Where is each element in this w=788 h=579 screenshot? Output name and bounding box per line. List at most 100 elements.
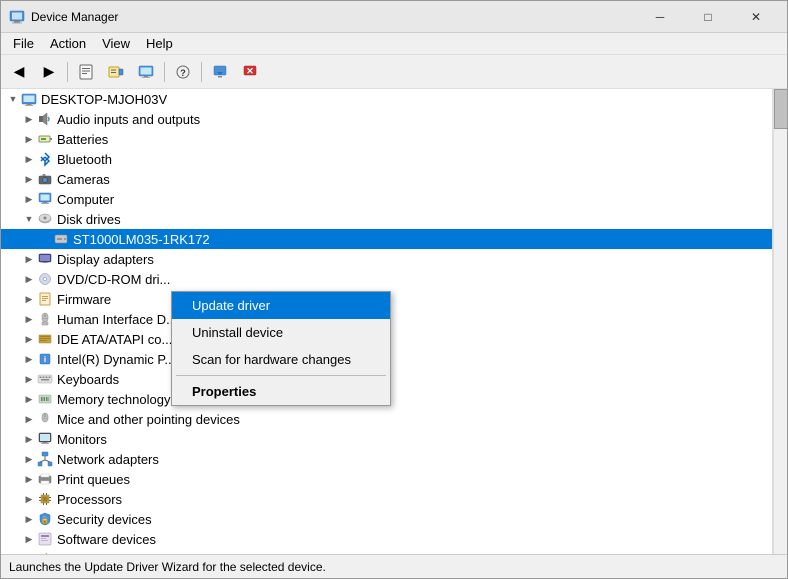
ctx-update-driver[interactable]: Update driver	[172, 292, 390, 319]
tree-item-processors[interactable]: ▶ Processors	[1, 489, 772, 509]
tree-item-sound[interactable]: ▶ Sound, video and game controllers	[1, 549, 772, 554]
cameras-expand-icon: ▶	[21, 171, 37, 187]
audio-expand-icon: ▶	[21, 111, 37, 127]
dvd-expand-icon: ▶	[21, 271, 37, 287]
bluetooth-expand-icon: ▶	[21, 151, 37, 167]
dvd-icon	[37, 271, 53, 287]
tree-item-dvd[interactable]: ▶ DVD/CD-ROM dri...	[1, 269, 772, 289]
main-content: ▼ DESKTOP-MJOH03V ▶	[1, 89, 787, 554]
batteries-label: Batteries	[57, 132, 108, 147]
ctx-scan[interactable]: Scan for hardware changes	[172, 346, 390, 373]
firmware-expand-icon: ▶	[21, 291, 37, 307]
cameras-icon	[37, 171, 53, 187]
processors-expand-icon: ▶	[21, 491, 37, 507]
title-bar: Device Manager ─ □ ✕	[1, 1, 787, 33]
firmware-label: Firmware	[57, 292, 111, 307]
window-controls: ─ □ ✕	[637, 1, 779, 33]
tree-item-software[interactable]: ▶ Software devices	[1, 529, 772, 549]
monitors-label: Monitors	[57, 432, 107, 447]
scan-button[interactable]	[102, 59, 130, 85]
menu-bar: File Action View Help	[1, 33, 787, 55]
security-icon: 🔒	[37, 511, 53, 527]
status-text: Launches the Update Driver Wizard for th…	[9, 560, 326, 574]
tree-root[interactable]: ▼ DESKTOP-MJOH03V	[1, 89, 772, 109]
ctx-properties[interactable]: Properties	[172, 378, 390, 405]
menu-view[interactable]: View	[94, 34, 138, 53]
security-label: Security devices	[57, 512, 152, 527]
scrollbar-thumb[interactable]	[774, 89, 787, 129]
menu-help[interactable]: Help	[138, 34, 181, 53]
cameras-label: Cameras	[57, 172, 110, 187]
ide-label: IDE ATA/ATAPI co...	[57, 332, 172, 347]
back-button[interactable]: ◀	[5, 59, 33, 85]
sound-expand-icon: ▶	[21, 551, 37, 554]
tree-item-print[interactable]: ▶ Print queues	[1, 469, 772, 489]
root-expand-icon: ▼	[5, 91, 21, 107]
processors-icon	[37, 491, 53, 507]
tree-item-batteries[interactable]: ▶ Batteries	[1, 129, 772, 149]
intel-label: Intel(R) Dynamic P...	[57, 352, 175, 367]
help-button[interactable]: ?	[169, 59, 197, 85]
svg-text:🔒: 🔒	[41, 516, 50, 524]
forward-button[interactable]: ▶	[35, 59, 63, 85]
window: Device Manager ─ □ ✕ File Action View He…	[0, 0, 788, 579]
uninstall-button[interactable]: ✕	[236, 59, 264, 85]
svg-text:i: i	[44, 355, 46, 364]
audio-icon	[37, 111, 53, 127]
keyboards-label: Keyboards	[57, 372, 119, 387]
tree-item-monitors[interactable]: ▶ Monitors	[1, 429, 772, 449]
scrollbar-track[interactable]	[773, 89, 787, 554]
maximize-button[interactable]: □	[685, 1, 731, 33]
monitors-icon	[37, 431, 53, 447]
sound-label: Sound, video and game controllers	[57, 552, 258, 555]
dvd-label: DVD/CD-ROM dri...	[57, 272, 170, 287]
toolbar: ◀ ▶	[1, 55, 787, 89]
diskdrives-expand-icon: ▼	[21, 211, 37, 227]
print-icon	[37, 471, 53, 487]
tree-item-computer[interactable]: ▶ Computer	[1, 189, 772, 209]
status-bar: Launches the Update Driver Wizard for th…	[1, 554, 787, 578]
window-title: Device Manager	[31, 10, 637, 24]
batteries-icon	[37, 131, 53, 147]
svg-text:✕: ✕	[246, 66, 254, 76]
context-menu: Update driver Uninstall device Scan for …	[171, 291, 391, 406]
tree-item-audio[interactable]: ▶ Audio inputs and outputs	[1, 109, 772, 129]
ctx-separator	[176, 375, 386, 376]
tree-panel[interactable]: ▼ DESKTOP-MJOH03V ▶	[1, 89, 773, 554]
update-driver-button[interactable]	[206, 59, 234, 85]
print-expand-icon: ▶	[21, 471, 37, 487]
tree-item-diskdrives[interactable]: ▼ Disk drives	[1, 209, 772, 229]
processors-label: Processors	[57, 492, 122, 507]
diskdrives-label: Disk drives	[57, 212, 121, 227]
root-icon	[21, 91, 37, 107]
diskdrives-icon	[37, 211, 53, 227]
hdd-label: ST1000LM035-1RK172	[73, 232, 210, 247]
hdd-icon	[53, 231, 69, 247]
mice-expand-icon: ▶	[21, 411, 37, 427]
tree-item-display[interactable]: ▶ Display adapters	[1, 249, 772, 269]
tree-item-bluetooth[interactable]: ▶ Bluetooth	[1, 149, 772, 169]
tree-item-hdd[interactable]: ST1000LM035-1RK172	[1, 229, 772, 249]
monitor-button[interactable]	[132, 59, 160, 85]
close-button[interactable]: ✕	[733, 1, 779, 33]
hid-icon	[37, 311, 53, 327]
menu-action[interactable]: Action	[42, 34, 94, 53]
bluetooth-icon	[37, 151, 53, 167]
keyboards-expand-icon: ▶	[21, 371, 37, 387]
tree-item-network[interactable]: ▶ Network adapters	[1, 449, 772, 469]
intel-icon: i	[37, 351, 53, 367]
tree-item-security[interactable]: ▶ 🔒 Security devices	[1, 509, 772, 529]
network-label: Network adapters	[57, 452, 159, 467]
print-label: Print queues	[57, 472, 130, 487]
properties-button[interactable]	[72, 59, 100, 85]
menu-file[interactable]: File	[5, 34, 42, 53]
minimize-button[interactable]: ─	[637, 1, 683, 33]
network-expand-icon: ▶	[21, 451, 37, 467]
tree-item-cameras[interactable]: ▶ Cameras	[1, 169, 772, 189]
software-icon	[37, 531, 53, 547]
software-expand-icon: ▶	[21, 531, 37, 547]
hid-label: Human Interface D...	[57, 312, 177, 327]
ctx-uninstall[interactable]: Uninstall device	[172, 319, 390, 346]
svg-text:?: ?	[180, 68, 186, 78]
tree-item-mice[interactable]: ▶ Mice and other pointing devices	[1, 409, 772, 429]
